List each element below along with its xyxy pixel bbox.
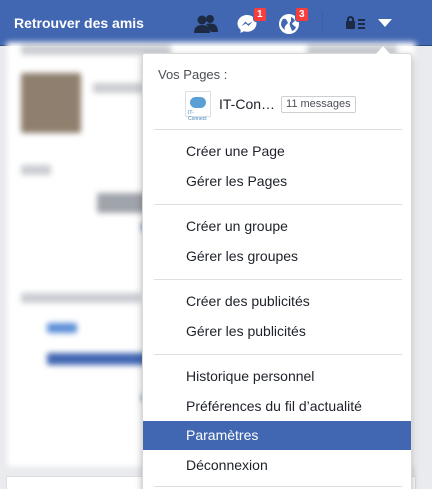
account-dropdown-menu: Vos Pages : IT-Connect IT-Con… 11 messag… (142, 53, 412, 489)
create-page-item[interactable]: Créer une Page (143, 137, 411, 166)
create-ads-item[interactable]: Créer des publicités (143, 287, 411, 316)
create-group-item[interactable]: Créer un groupe (143, 212, 411, 241)
menu-divider (154, 279, 402, 280)
settings-item[interactable]: Paramètres (143, 421, 411, 450)
manage-ads-item[interactable]: Gérer les publicités (143, 317, 411, 346)
your-pages-header: Vos Pages : (158, 67, 228, 82)
menu-divider (154, 204, 402, 205)
page-logo-icon: IT-Connect (185, 91, 211, 122)
find-friends-link[interactable]: Retrouver des amis (14, 15, 144, 31)
topbar-divider (322, 12, 323, 34)
manage-groups-item[interactable]: Gérer les groupes (143, 242, 411, 271)
menu-divider (154, 354, 402, 355)
privacy-lock-icon[interactable] (344, 13, 368, 37)
messages-count-badge: 1 (253, 7, 267, 22)
page-messages-badge[interactable]: 11 messages (281, 95, 356, 113)
menu-caret (376, 46, 390, 54)
page-shortcut-it-connect[interactable]: IT-Connect IT-Con… 11 messages (185, 91, 356, 122)
page-name[interactable]: IT-Con… (219, 96, 275, 112)
notifications-count-badge: 3 (295, 7, 309, 22)
manage-pages-item[interactable]: Gérer les Pages (143, 167, 411, 196)
menu-divider (154, 129, 402, 130)
top-navigation-bar: Retrouver des amis 1 3 (0, 0, 432, 46)
menu-divider (154, 486, 402, 487)
logout-item[interactable]: Déconnexion (143, 451, 411, 480)
news-feed-preferences-item[interactable]: Préférences du fil d’actualité (143, 392, 411, 421)
activity-log-item[interactable]: Historique personnel (143, 362, 411, 391)
friends-icon[interactable] (193, 12, 218, 36)
account-menu-chevron-down-icon[interactable] (376, 14, 400, 38)
